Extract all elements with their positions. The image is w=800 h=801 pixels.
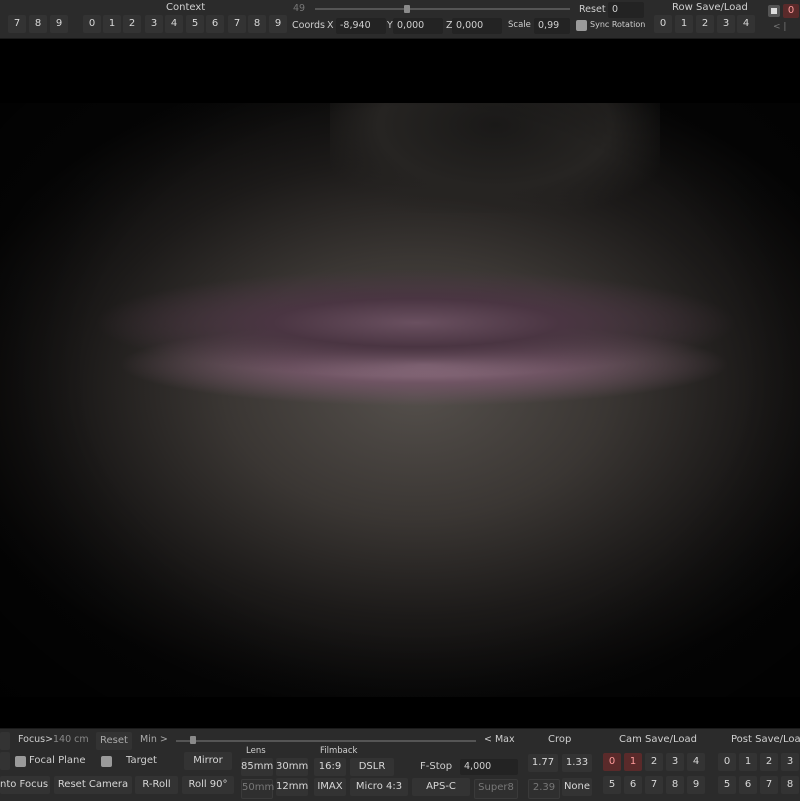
sync-rotation-label: Sync Rotation xyxy=(590,20,646,29)
context-button-9[interactable]: 9 xyxy=(269,15,287,33)
row-save-button-2[interactable]: 2 xyxy=(696,15,714,33)
cam-slot-5-button[interactable]: 5 xyxy=(603,776,621,794)
filmback-16-9-button[interactable]: 16:9 xyxy=(314,758,346,776)
coords-label: Coords xyxy=(292,20,325,31)
cam-slot-1-button[interactable]: 1 xyxy=(624,753,642,771)
lens-85mm-button[interactable]: 85mm xyxy=(241,758,273,776)
crop-header: Crop xyxy=(548,734,572,745)
slider-value: 49 xyxy=(293,3,306,14)
lens-header: Lens xyxy=(246,746,266,756)
filmback-super8-button[interactable]: Super8 xyxy=(474,779,518,799)
row-save-button-1[interactable]: 1 xyxy=(675,15,693,33)
context-button-4[interactable]: 4 xyxy=(165,15,183,33)
row-save-button-4[interactable]: 4 xyxy=(737,15,755,33)
viewport-vignette xyxy=(0,103,800,697)
cam-slot-2-button[interactable]: 2 xyxy=(645,753,663,771)
target-label: Target xyxy=(126,755,157,766)
filmback-imax-button[interactable]: IMAX xyxy=(314,778,346,796)
top-slider-handle[interactable] xyxy=(404,5,410,13)
context-button-5[interactable]: 5 xyxy=(186,15,204,33)
top-toolbar: 7 8 9 Context 0 1 2 3 4 5 6 7 8 9 49 Res… xyxy=(0,0,800,39)
fstop-label: F-Stop xyxy=(420,761,453,772)
z-coord-field[interactable]: 0,000 xyxy=(452,18,502,34)
cam-slot-3-button[interactable]: 3 xyxy=(666,753,684,771)
crop-2-39-button[interactable]: 2.39 xyxy=(528,779,560,799)
x-coord-field[interactable]: -8,940 xyxy=(336,18,386,34)
right-value-button[interactable]: 0 xyxy=(783,4,799,18)
scale-label: Scale xyxy=(508,20,531,30)
scale-field[interactable]: 0,99 xyxy=(534,18,570,34)
roll-90-button[interactable]: Roll 90° xyxy=(182,776,234,794)
cam-slot-8-button[interactable]: 8 xyxy=(666,776,684,794)
focus-slider-track[interactable] xyxy=(176,740,476,742)
cam-save-load-header: Cam Save/Load xyxy=(619,734,697,745)
post-slot-6-button[interactable]: 6 xyxy=(739,776,757,794)
lens-30mm-button[interactable]: 30mm xyxy=(276,758,308,776)
row-save-button-0[interactable]: 0 xyxy=(654,15,672,33)
reset-label[interactable]: Reset xyxy=(579,4,606,15)
lens-50mm-button[interactable]: 50mm xyxy=(241,779,274,799)
cam-slot-6-button[interactable]: 6 xyxy=(624,776,642,794)
fstop-field[interactable]: 4,000 xyxy=(460,759,518,775)
x-label: X xyxy=(327,20,334,31)
cam-slot-0-button[interactable]: 0 xyxy=(603,753,621,771)
reset-camera-button[interactable]: Reset Camera xyxy=(54,776,132,794)
focus-label: Focus> xyxy=(18,734,54,745)
camera-viewport[interactable] xyxy=(0,103,800,697)
stop-icon[interactable] xyxy=(768,5,780,17)
reset-value-field[interactable]: 0 xyxy=(608,2,644,18)
context-button-8[interactable]: 8 xyxy=(248,15,266,33)
post-slot-8-button[interactable]: 8 xyxy=(781,776,799,794)
context-button-2[interactable]: 2 xyxy=(123,15,141,33)
focus-reset-button[interactable]: Reset xyxy=(96,732,132,750)
focus-slider-handle[interactable] xyxy=(190,736,196,744)
r-roll-button[interactable]: R-Roll xyxy=(135,776,178,794)
cam-slot-9-button[interactable]: 9 xyxy=(687,776,705,794)
context-button-1[interactable]: 1 xyxy=(103,15,121,33)
row-button-9[interactable]: 9 xyxy=(50,15,68,33)
target-checkbox[interactable] xyxy=(101,756,112,767)
mirror-button[interactable]: Mirror xyxy=(184,752,232,770)
lens-12mm-button[interactable]: 12mm xyxy=(276,778,308,796)
bottom-toolbar: Focus> 140 cm Reset Min > < Max Focal Pl… xyxy=(0,728,800,801)
context-button-0[interactable]: 0 xyxy=(83,15,101,33)
filmback-header: Filmback xyxy=(320,746,358,756)
context-header: Context xyxy=(166,2,206,13)
row-button-7[interactable]: 7 xyxy=(8,15,26,33)
y-label: Y xyxy=(387,20,393,31)
post-slot-5-button[interactable]: 5 xyxy=(718,776,736,794)
crop-none-button[interactable]: None xyxy=(562,778,592,796)
left-edge-button-2[interactable] xyxy=(0,752,10,770)
cam-slot-4-button[interactable]: 4 xyxy=(687,753,705,771)
context-button-3[interactable]: 3 xyxy=(145,15,163,33)
post-slot-0-button[interactable]: 0 xyxy=(718,753,736,771)
nav-arrows[interactable]: < | xyxy=(773,22,786,32)
row-save-load-header: Row Save/Load xyxy=(672,2,748,13)
focal-plane-checkbox[interactable] xyxy=(15,756,26,767)
post-slot-2-button[interactable]: 2 xyxy=(760,753,778,771)
filmback-micro43-button[interactable]: Micro 4:3 xyxy=(350,778,408,796)
sync-rotation-checkbox[interactable] xyxy=(576,20,587,31)
post-slot-7-button[interactable]: 7 xyxy=(760,776,778,794)
filmback-apsc-button[interactable]: APS-C xyxy=(412,778,470,796)
y-coord-field[interactable]: 0,000 xyxy=(393,18,443,34)
focus-distance[interactable]: 140 cm xyxy=(53,734,89,745)
context-button-7[interactable]: 7 xyxy=(228,15,246,33)
max-label[interactable]: < Max xyxy=(484,734,515,745)
post-slot-1-button[interactable]: 1 xyxy=(739,753,757,771)
post-slot-3-button[interactable]: 3 xyxy=(781,753,799,771)
post-save-load-header: Post Save/Load xyxy=(731,734,800,745)
filmback-dslr-button[interactable]: DSLR xyxy=(350,758,394,776)
focal-plane-label: Focal Plane xyxy=(29,755,86,766)
min-label[interactable]: Min > xyxy=(140,734,168,745)
auto-focus-button[interactable]: nto Focus xyxy=(0,776,50,794)
row-save-button-3[interactable]: 3 xyxy=(717,15,735,33)
crop-1-33-button[interactable]: 1.33 xyxy=(562,754,592,772)
context-button-6[interactable]: 6 xyxy=(206,15,224,33)
crop-1-77-button[interactable]: 1.77 xyxy=(528,754,558,772)
top-slider-track[interactable] xyxy=(315,8,570,10)
left-edge-button[interactable] xyxy=(0,732,10,750)
cam-slot-7-button[interactable]: 7 xyxy=(645,776,663,794)
row-button-8[interactable]: 8 xyxy=(29,15,47,33)
